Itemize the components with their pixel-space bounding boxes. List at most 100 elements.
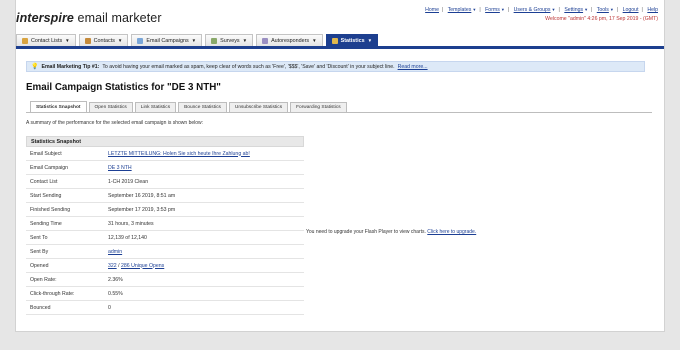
- row-label: Sent To: [30, 234, 48, 241]
- nav-tab-label: Contact Lists: [31, 37, 63, 44]
- welcome-text: Welcome "admin" 4:26 pm, 17 Sep 2019 - (…: [545, 16, 658, 22]
- tools-link[interactable]: Tools: [597, 7, 609, 13]
- page-title: Email Campaign Statistics for "DE 3 NTH": [26, 82, 221, 93]
- tab-divider: [26, 112, 652, 113]
- settings-link[interactable]: Settings: [564, 7, 583, 13]
- table-row: Email Subject LETZTE MITTEILUNG: Holen S…: [26, 147, 304, 161]
- row-label: Open Rate:: [30, 276, 57, 283]
- table-row: Click-through Rate: 0.55%: [26, 287, 304, 301]
- nav-tab-surveys[interactable]: Surveys ▼: [205, 34, 254, 46]
- row-label: Sending Time: [30, 220, 62, 227]
- table-heading: Statistics Snapshot: [26, 136, 304, 147]
- row-label: Opened: [30, 262, 49, 269]
- tab-unsubscribe-statistics[interactable]: Unsubscribe Statistics: [228, 102, 289, 112]
- chevron-down-icon: ▼: [584, 7, 589, 12]
- unique-opens-link[interactable]: 286 Unique Opens: [121, 263, 164, 269]
- flash-upgrade-link[interactable]: Click here to upgrade.: [427, 229, 476, 235]
- logo-product: email marketer: [77, 11, 162, 25]
- nav-tab-autoresponders[interactable]: Autoresponders ▼: [256, 34, 323, 46]
- tip-read-more-link[interactable]: Read more...: [398, 64, 428, 70]
- autoresponders-icon: [262, 37, 269, 44]
- tab-open-statistics[interactable]: Open Statistics: [88, 102, 133, 112]
- row-label: Click-through Rate:: [30, 290, 75, 297]
- flash-upgrade-notice: You need to upgrade your Flash Player to…: [306, 229, 476, 235]
- main-nav: Contact Lists ▼ Contacts ▼ Email Campaigns…: [16, 34, 379, 46]
- app-logo: interspire email marketer: [16, 11, 162, 25]
- table-row: Bounced 0: [26, 301, 304, 315]
- statistics-icon: [331, 37, 338, 44]
- tip-prefix: Email Marketing Tip #1:: [41, 63, 100, 70]
- chevron-down-icon: ▼: [191, 38, 197, 43]
- row-label: Finished Sending: [30, 206, 71, 213]
- nav-underline: [16, 46, 664, 49]
- chevron-down-icon: ▼: [65, 38, 70, 43]
- chevron-down-icon: ▼: [609, 7, 614, 12]
- nav-tab-statistics[interactable]: Statistics ▼: [325, 34, 379, 46]
- chevron-down-icon: ▼: [551, 7, 556, 12]
- nav-tab-label: Autoresponders: [271, 37, 310, 44]
- row-label: Sent By: [30, 248, 49, 255]
- table-row: Start Sending September 16 2019, 8:51 am: [26, 189, 304, 203]
- stats-tabs: Statistics Snapshot Open Statistics Link…: [30, 101, 347, 112]
- opened-total-link[interactable]: 322: [108, 263, 117, 269]
- nav-tab-label: Statistics: [340, 37, 365, 44]
- lightbulb-icon: 💡: [31, 64, 39, 70]
- table-row: Email Campaign DE 3 NTH: [26, 161, 304, 175]
- table-row: Contact List 1-CH 2019 Clean: [26, 175, 304, 189]
- tip-text: To avoid having your email marked as spa…: [102, 63, 395, 70]
- table-row: Opened 322 / 286 Unique Opens: [26, 259, 304, 273]
- row-value: 1-CH 2019 Clean: [108, 178, 149, 185]
- help-link[interactable]: Help: [647, 7, 658, 13]
- row-label: Start Sending: [30, 192, 62, 199]
- statistics-snapshot-table: Statistics Snapshot Email Subject LETZTE…: [26, 136, 304, 315]
- row-label: Email Campaign: [30, 164, 69, 171]
- email-subject-link[interactable]: LETZTE MITTEILUNG: Holen Sie sich heute …: [108, 151, 250, 157]
- templates-link[interactable]: Templates: [448, 7, 472, 13]
- table-row: Open Rate: 2.36%: [26, 273, 304, 287]
- email-campaigns-icon: [137, 37, 144, 44]
- row-value: September 16 2019, 8:51 am: [108, 192, 176, 199]
- table-row: Finished Sending September 17 2019, 3:53…: [26, 203, 304, 217]
- chevron-down-icon: ▼: [242, 38, 248, 43]
- home-link[interactable]: Home: [425, 7, 439, 13]
- chevron-down-icon: ▼: [312, 38, 317, 43]
- logo-brand: interspire: [16, 11, 74, 25]
- contact-lists-icon: [22, 37, 28, 44]
- tab-link-statistics[interactable]: Link Statistics: [134, 102, 177, 112]
- contacts-icon: [84, 37, 91, 44]
- table-row: Sent By admin: [26, 245, 304, 259]
- tip-banner: 💡 Email Marketing Tip #1: To avoid havin…: [26, 61, 645, 72]
- row-value: September 17 2019, 3:53 pm: [108, 206, 176, 213]
- nav-tab-label: Contacts: [93, 37, 115, 44]
- email-campaign-link[interactable]: DE 3 NTH: [108, 165, 132, 171]
- flash-text: You need to upgrade your Flash Player to…: [306, 229, 426, 235]
- chevron-down-icon: ▼: [117, 38, 123, 43]
- row-value: 2.36%: [108, 276, 123, 283]
- nav-tab-contacts[interactable]: Contacts ▼: [78, 34, 129, 46]
- sent-by-link[interactable]: admin: [108, 249, 122, 255]
- nav-tab-label: Surveys: [220, 37, 240, 44]
- tab-statistics-snapshot[interactable]: Statistics Snapshot: [30, 101, 87, 112]
- chevron-down-icon: ▼: [472, 7, 477, 12]
- table-row: Sending Time 31 hours, 3 minutes: [26, 217, 304, 231]
- row-value: 0.55%: [108, 290, 123, 297]
- logout-link[interactable]: Logout: [623, 7, 639, 13]
- users-groups-link[interactable]: Users & Groups: [514, 7, 551, 13]
- nav-tab-email-campaigns[interactable]: Email Campaigns ▼: [131, 34, 203, 46]
- nav-tab-label: Email Campaigns: [146, 37, 189, 44]
- row-label: Bounced: [30, 304, 51, 311]
- row-label: Email Subject: [30, 150, 62, 157]
- chevron-down-icon: ▼: [367, 38, 373, 43]
- tab-bounce-statistics[interactable]: Bounce Statistics: [178, 102, 227, 112]
- forms-link[interactable]: Forms: [485, 7, 500, 13]
- chevron-down-icon: ▼: [500, 7, 505, 12]
- table-row: Sent To 12,139 of 12,140: [26, 231, 304, 245]
- surveys-icon: [211, 37, 218, 44]
- nav-tab-contact-lists[interactable]: Contact Lists ▼: [16, 34, 76, 46]
- tab-forwarding-statistics[interactable]: Forwarding Statistics: [290, 102, 347, 112]
- row-value: 31 hours, 3 minutes: [108, 220, 154, 227]
- row-value: 12,139 of 12,140: [108, 234, 147, 241]
- row-value: 0: [108, 304, 111, 311]
- row-label: Contact List: [30, 178, 58, 185]
- summary-text: A summary of the performance for the sel…: [26, 120, 204, 126]
